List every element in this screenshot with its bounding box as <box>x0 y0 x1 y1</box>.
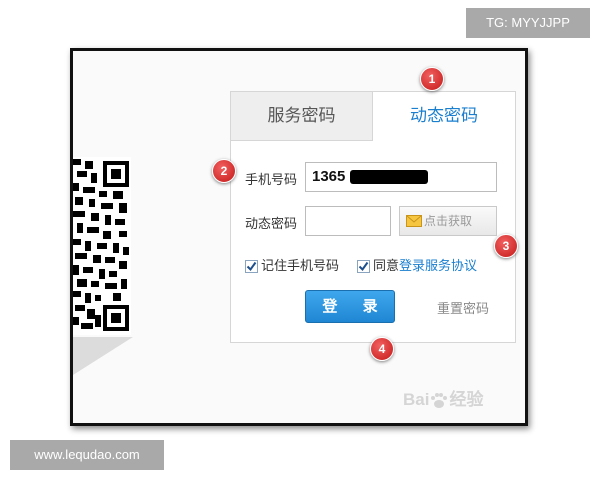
remember-phone-option[interactable]: 记住手机号码 <box>245 258 339 276</box>
envelope-icon <box>406 215 422 227</box>
login-button[interactable]: 登 录 <box>305 290 395 323</box>
tab-dynamic-password[interactable]: 动态密码 <box>373 92 515 141</box>
watermark-text-left: Bai <box>403 390 430 409</box>
qr-code-image <box>73 157 131 335</box>
site-url-label: www.lequdao.com <box>10 440 164 470</box>
phone-label: 手机号码 <box>245 173 298 188</box>
agree-prefix: 同意 <box>373 259 400 274</box>
reset-password-link[interactable]: 重置密码 <box>437 298 489 317</box>
annotation-badge-4: 4 <box>370 337 394 361</box>
get-code-label: 点击获取 <box>424 214 473 228</box>
annotation-badge-3: 3 <box>494 234 518 258</box>
remember-label: 记住手机号码 <box>261 259 340 274</box>
watermark-text-right: 经验 <box>449 390 484 409</box>
annotation-badge-2: 2 <box>212 159 236 183</box>
page-fold-decoration <box>73 337 133 375</box>
baidu-jingyan-watermark: Bai 经验 <box>403 385 483 410</box>
tg-label: TG: MYYJJPP <box>466 8 590 38</box>
paw-logo-icon <box>431 392 448 408</box>
dynamic-code-label: 动态密码 <box>245 217 298 232</box>
get-code-button[interactable]: 点击获取 <box>399 206 497 236</box>
service-agreement-link[interactable]: 登录服务协议 <box>399 259 477 274</box>
phone-number-value: 1365 <box>312 168 346 185</box>
login-panel: 服务密码 动态密码 手机号码 1365 动态密码 点击获取 记住手机号码 同意登… <box>230 91 516 343</box>
dynamic-code-input[interactable] <box>305 206 391 236</box>
agree-checkbox-icon[interactable] <box>357 260 370 273</box>
remember-checkbox-icon[interactable] <box>245 260 258 273</box>
agree-terms-option[interactable]: 同意登录服务协议 <box>357 258 477 276</box>
redaction-mark <box>350 170 428 184</box>
annotation-badge-1: 1 <box>420 67 444 91</box>
screenshot-frame: 服务密码 动态密码 手机号码 1365 动态密码 点击获取 记住手机号码 同意登… <box>70 48 528 426</box>
tab-service-password[interactable]: 服务密码 <box>231 92 373 141</box>
phone-number-input[interactable]: 1365 <box>305 162 497 192</box>
